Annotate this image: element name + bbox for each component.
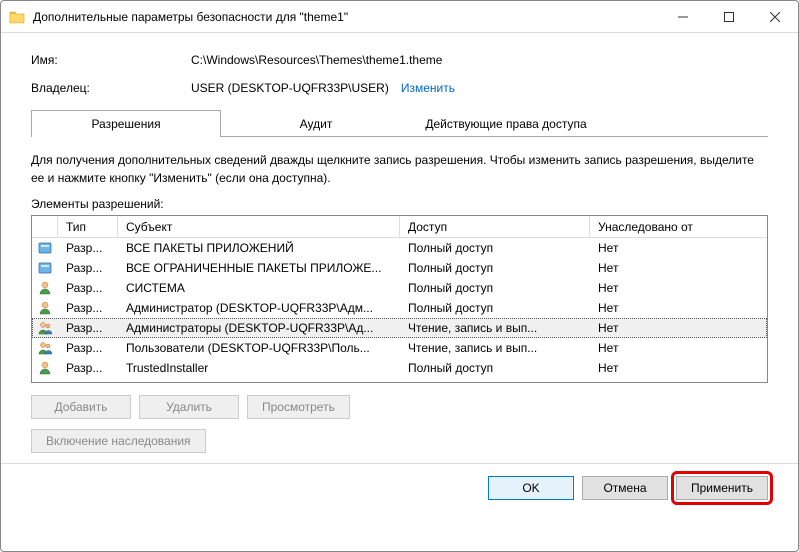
change-owner-link[interactable]: Изменить: [401, 81, 455, 95]
cancel-button[interactable]: Отмена: [582, 476, 668, 500]
permission-row[interactable]: Разр...Администраторы (DESKTOP-UQFR33P\А…: [32, 318, 767, 338]
remove-button[interactable]: Удалить: [139, 395, 239, 419]
row-type: Разр...: [58, 281, 118, 295]
row-inherited: Нет: [590, 341, 767, 355]
tab-effective-access[interactable]: Действующие права доступа: [411, 110, 601, 137]
user-icon: [32, 300, 58, 316]
tabs: Разрешения Аудит Действующие права досту…: [31, 109, 768, 137]
row-subject: Администраторы (DESKTOP-UQFR33P\Ад...: [118, 321, 400, 335]
row-type: Разр...: [58, 301, 118, 315]
row-access: Полный доступ: [400, 261, 590, 275]
row-type: Разр...: [58, 261, 118, 275]
apply-highlight: Применить: [671, 471, 773, 505]
window-title: Дополнительные параметры безопасности дл…: [33, 10, 660, 24]
permissions-list[interactable]: Тип Субъект Доступ Унаследовано от Разр.…: [31, 215, 768, 383]
row-subject: ВСЕ ПАКЕТЫ ПРИЛОЖЕНИЙ: [118, 241, 400, 255]
row-inherited: Нет: [590, 261, 767, 275]
row-subject: ВСЕ ОГРАНИЧЕННЫЕ ПАКЕТЫ ПРИЛОЖЕ...: [118, 261, 400, 275]
group-icon: [32, 320, 58, 336]
action-buttons: Добавить Удалить Просмотреть: [31, 395, 768, 419]
tab-audit[interactable]: Аудит: [221, 110, 411, 137]
row-subject: Пользователи (DESKTOP-UQFR33P\Поль...: [118, 341, 400, 355]
permission-row[interactable]: Разр...Администратор (DESKTOP-UQFR33P\Ад…: [32, 298, 767, 318]
row-access: Полный доступ: [400, 301, 590, 315]
row-type: Разр...: [58, 241, 118, 255]
package-icon: [32, 260, 58, 276]
enable-inheritance-button[interactable]: Включение наследования: [31, 429, 206, 453]
folder-icon: [9, 9, 25, 25]
row-access: Чтение, запись и вып...: [400, 321, 590, 335]
maximize-button[interactable]: [706, 2, 752, 32]
row-inherited: Нет: [590, 241, 767, 255]
view-button[interactable]: Просмотреть: [247, 395, 350, 419]
dialog-buttons: OK Отмена Применить: [1, 463, 798, 516]
row-type: Разр...: [58, 321, 118, 335]
row-subject: СИСТЕМА: [118, 281, 400, 295]
name-row: Имя: C:\Windows\Resources\Themes\theme1.…: [31, 53, 768, 67]
column-access[interactable]: Доступ: [400, 216, 590, 237]
owner-label: Владелец:: [31, 81, 191, 95]
row-inherited: Нет: [590, 281, 767, 295]
add-button[interactable]: Добавить: [31, 395, 131, 419]
permissions-header: Тип Субъект Доступ Унаследовано от: [32, 216, 767, 238]
name-label: Имя:: [31, 53, 191, 67]
row-access: Чтение, запись и вып...: [400, 341, 590, 355]
row-type: Разр...: [58, 341, 118, 355]
apply-button[interactable]: Применить: [676, 476, 768, 500]
user-icon: [32, 280, 58, 296]
permission-row[interactable]: Разр...ВСЕ ОГРАНИЧЕННЫЕ ПАКЕТЫ ПРИЛОЖЕ..…: [32, 258, 767, 278]
ok-button[interactable]: OK: [488, 476, 574, 500]
column-type[interactable]: Тип: [58, 216, 118, 237]
package-icon: [32, 240, 58, 256]
titlebar: Дополнительные параметры безопасности дл…: [1, 1, 798, 33]
owner-row: Владелец: USER (DESKTOP-UQFR33P\USER) Из…: [31, 81, 768, 95]
permissions-caption: Элементы разрешений:: [31, 197, 768, 211]
row-access: Полный доступ: [400, 241, 590, 255]
permission-row[interactable]: Разр...Пользователи (DESKTOP-UQFR33P\Пол…: [32, 338, 767, 358]
tab-permissions[interactable]: Разрешения: [31, 110, 221, 137]
owner-value: USER (DESKTOP-UQFR33P\USER): [191, 81, 389, 95]
minimize-button[interactable]: [660, 2, 706, 32]
row-subject: TrustedInstaller: [118, 361, 400, 375]
close-button[interactable]: [752, 2, 798, 32]
user-icon: [32, 360, 58, 376]
group-icon: [32, 340, 58, 356]
column-subject[interactable]: Субъект: [118, 216, 400, 237]
permission-row[interactable]: Разр...СИСТЕМАПолный доступНет: [32, 278, 767, 298]
row-type: Разр...: [58, 361, 118, 375]
row-inherited: Нет: [590, 321, 767, 335]
permission-row[interactable]: Разр...TrustedInstallerПолный доступНет: [32, 358, 767, 378]
row-inherited: Нет: [590, 301, 767, 315]
row-access: Полный доступ: [400, 281, 590, 295]
column-inherited[interactable]: Унаследовано от: [590, 216, 767, 237]
help-text: Для получения дополнительных сведений дв…: [31, 151, 768, 187]
permission-row[interactable]: Разр...ВСЕ ПАКЕТЫ ПРИЛОЖЕНИЙПолный досту…: [32, 238, 767, 258]
name-value: C:\Windows\Resources\Themes\theme1.theme: [191, 53, 442, 67]
row-subject: Администратор (DESKTOP-UQFR33P\Адм...: [118, 301, 400, 315]
row-access: Полный доступ: [400, 361, 590, 375]
row-inherited: Нет: [590, 361, 767, 375]
